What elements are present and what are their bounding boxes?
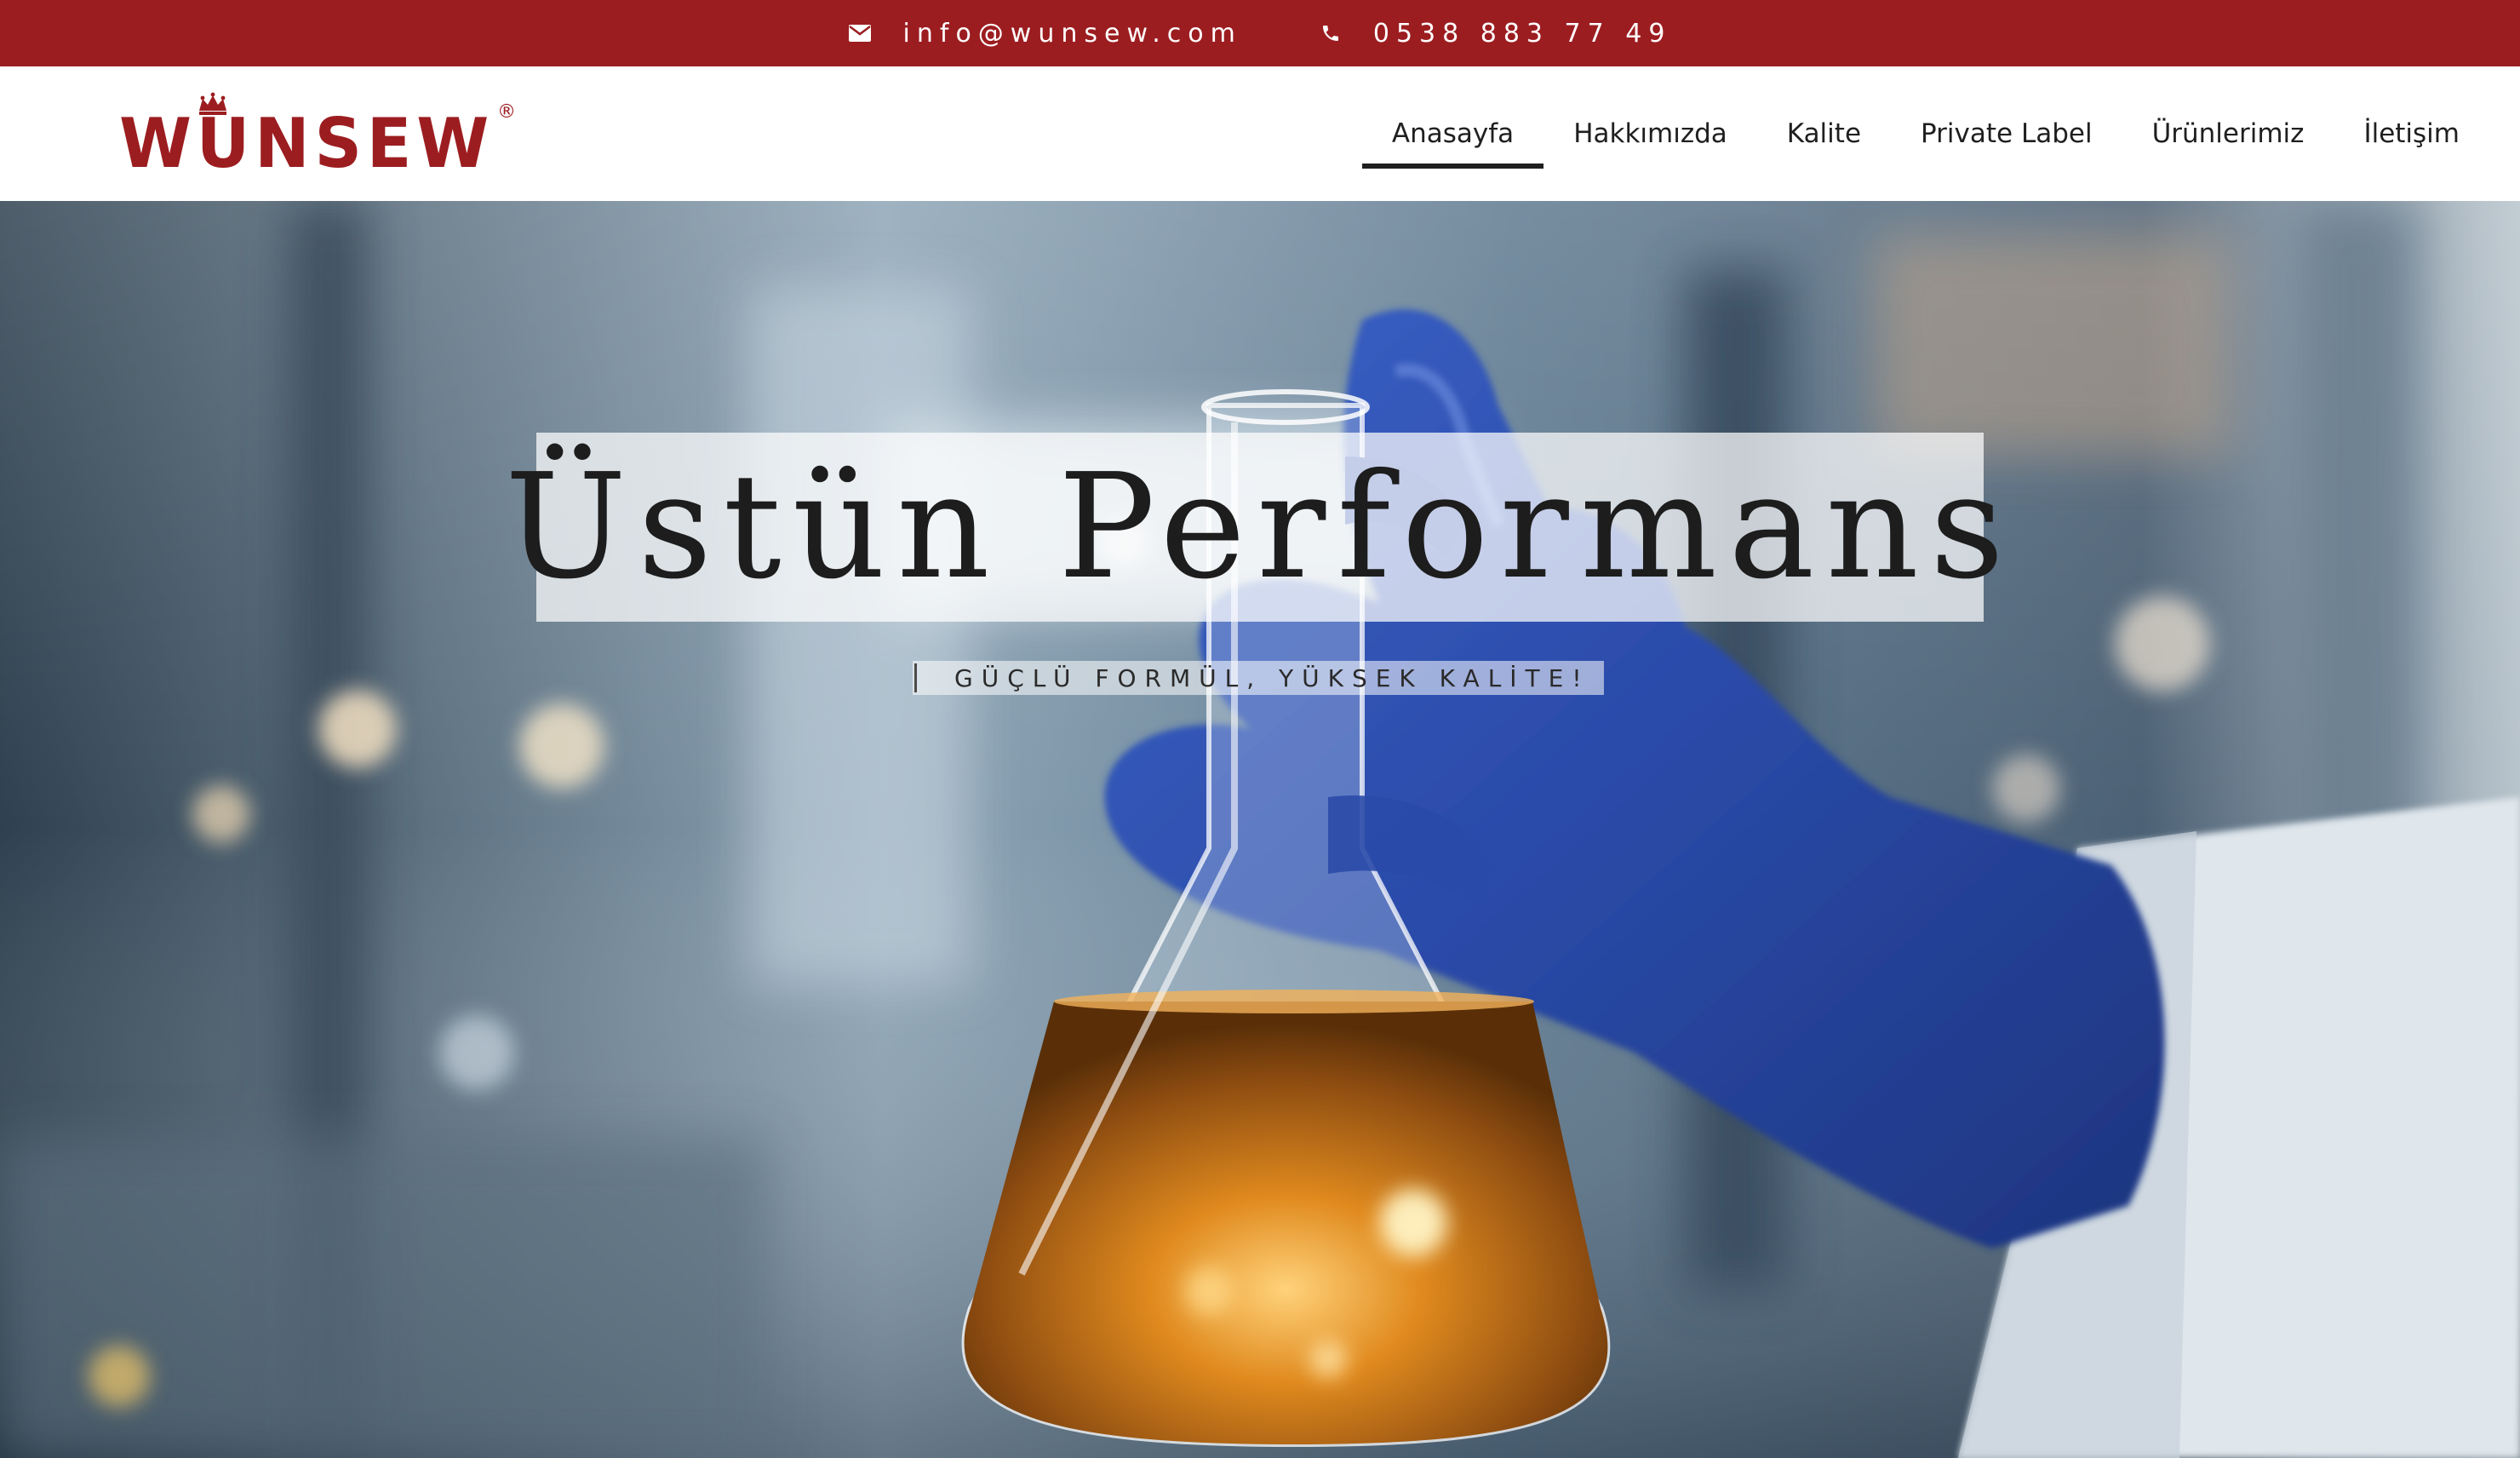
envelope-icon (848, 25, 871, 42)
email-text[interactable]: info@wunsew.com (903, 19, 1242, 49)
nav-item-anasayfa[interactable]: Anasayfa (1361, 66, 1544, 201)
brand-logo[interactable]: WUNSEW ® (119, 92, 519, 177)
nav-item-hakkimizda[interactable]: Hakkımızda (1544, 66, 1757, 201)
contact-bar: info@wunsew.com 0538 883 77 49 (0, 0, 2520, 66)
site-header: WUNSEW ® Anasayfa Hakkımızda Kalite Priv… (0, 66, 2520, 201)
hero-image-lab-flask (0, 201, 2520, 1458)
nav-item-private-label[interactable]: Private Label (1891, 66, 2122, 201)
hero-tagline-box: GÜÇLÜ FORMÜL, YÜKSEK KALİTE! (913, 661, 1604, 695)
nav-item-urunlerimiz[interactable]: Ürünlerimiz (2122, 66, 2334, 201)
hero-headline: Üstün Performans (504, 443, 2016, 611)
phone-text[interactable]: 0538 883 77 49 (1373, 19, 1672, 49)
brand-wordmark: WUNSEW (119, 104, 494, 177)
hero-tagline: GÜÇLÜ FORMÜL, YÜKSEK KALİTE! (954, 663, 1590, 692)
nav-item-iletisim[interactable]: İletişim (2334, 66, 2489, 201)
phone-icon (1322, 26, 1338, 41)
nav-item-kalite[interactable]: Kalite (1757, 66, 1891, 201)
main-nav: Anasayfa Hakkımızda Kalite Private Label… (1361, 66, 2489, 201)
hero-section: Üstün Performans GÜÇLÜ FORMÜL, YÜKSEK KA… (0, 201, 2520, 1458)
hero-headline-box: Üstün Performans (505, 433, 2004, 622)
registered-mark: ® (497, 101, 516, 123)
phone-contact[interactable]: 0538 883 77 49 (1320, 19, 1672, 49)
tagline-divider (914, 663, 917, 692)
email-contact[interactable]: info@wunsew.com (848, 19, 1242, 49)
